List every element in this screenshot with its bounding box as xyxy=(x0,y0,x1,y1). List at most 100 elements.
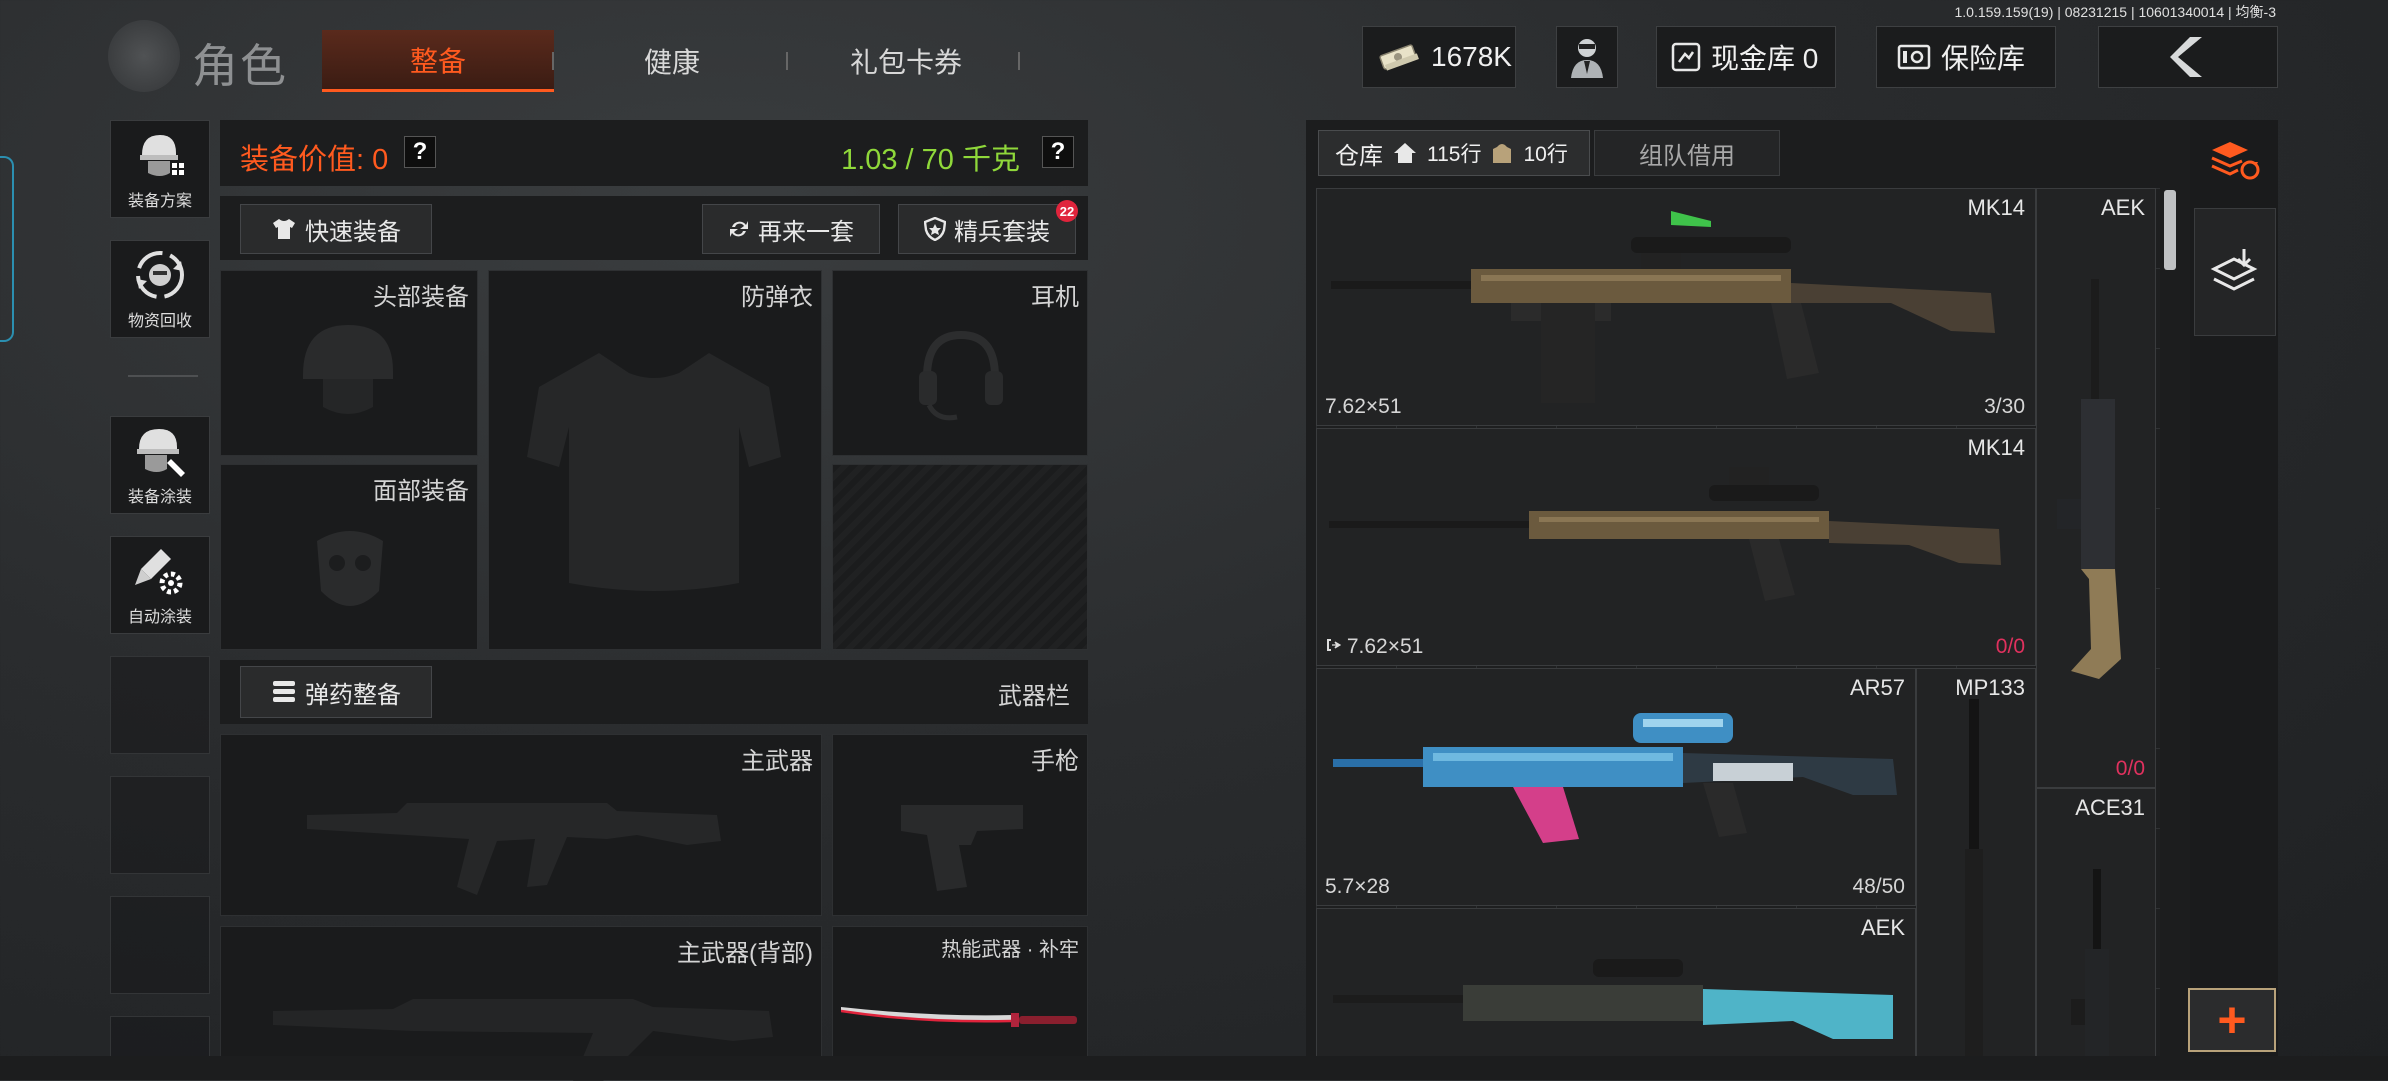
weapon-item-ar57[interactable]: AR57 5.7×28 48/50 xyxy=(1316,668,1916,906)
mk14-rifle-icon xyxy=(1329,467,2001,601)
slot-label: 主武器 xyxy=(741,748,813,775)
weapon-ammo: 48/50 xyxy=(1852,875,1905,898)
pistol-slot[interactable]: 手枪 xyxy=(832,734,1088,916)
weapon-item-ace31[interactable]: ACE31 xyxy=(2036,788,2156,1060)
ammo-supply-button[interactable]: 弹药整备 xyxy=(240,666,432,718)
sidebar-divider xyxy=(128,375,198,377)
head-gear-slot[interactable]: 头部装备 xyxy=(220,270,478,456)
slot-label: 面部装备 xyxy=(373,478,469,505)
cash-vault-button[interactable]: 现金库 0 xyxy=(1656,26,1836,88)
elite-kit-label: 精兵套装 xyxy=(954,218,1050,246)
weapon-name: ACE31 xyxy=(2075,795,2145,820)
ammo-weapon-bar: 弹药整备 武器栏 xyxy=(220,660,1088,724)
weapon-item-mk14[interactable]: MK14 7.62×51 0/0 xyxy=(1316,428,2036,666)
sort-button[interactable] xyxy=(2204,130,2266,192)
gear-paint-button[interactable]: 装备涂装 xyxy=(110,416,210,514)
tab-separator xyxy=(786,52,788,70)
currency-display[interactable]: 1678K xyxy=(1362,26,1516,88)
weapon-item-mp133[interactable]: MP133 xyxy=(1916,668,2036,1060)
warehouse-grid[interactable]: MK14 7.62×51 3/30 MK14 7.62×51 0/0 AR57 … xyxy=(1316,188,2160,1060)
equipment-value-bar: 装备价值: 0 ? 1.03 / 70 千克 ? xyxy=(220,120,1088,186)
refresh-icon xyxy=(730,221,748,237)
safe-vault-button[interactable]: 保险库 xyxy=(1876,26,2056,88)
cash-vault-label: 现金库 0 xyxy=(1711,43,1819,74)
ammo-stack-icon xyxy=(273,681,295,702)
slot-label: 防弹衣 xyxy=(741,284,813,311)
pistol-silhouette-icon xyxy=(901,805,1023,891)
locked-slot xyxy=(832,464,1088,650)
sidebar-label: 物资回收 xyxy=(127,313,192,330)
sidebar-empty-slot[interactable] xyxy=(110,776,210,874)
headset-slot[interactable]: 耳机 xyxy=(832,270,1088,456)
ammo-max: /0 xyxy=(2007,635,2025,658)
bottom-bar xyxy=(0,1056,2388,1080)
weapon-name: MP133 xyxy=(1955,675,2025,700)
weight-indicator: 1.03 / 70 千克 xyxy=(841,144,1020,176)
weapon-caliber: 5.7×28 xyxy=(1325,875,1390,898)
home-icon xyxy=(1394,143,1416,163)
elite-kit-button[interactable]: 精兵套装 xyxy=(898,204,1076,254)
recycle-face-icon xyxy=(136,251,184,299)
headset-silhouette-icon xyxy=(919,330,1003,421)
shield-icon xyxy=(924,217,946,241)
value-help-button[interactable]: ? xyxy=(404,136,436,168)
safe-icon xyxy=(1897,44,1931,70)
slot-label: 热能武器 · 补牢 xyxy=(941,939,1079,961)
loadout-plan-button[interactable]: 装备方案 xyxy=(110,120,210,218)
weapon-name: MK14 xyxy=(1967,435,2025,460)
weapon-ammo: 0/0 xyxy=(1996,635,2025,659)
weapon-name: AEK xyxy=(1860,915,1905,940)
warehouse-tab-label: 仓库 xyxy=(1335,142,1383,170)
vest-silhouette-icon xyxy=(527,353,781,591)
weapon-item-mk14[interactable]: MK14 7.62×51 3/30 xyxy=(1316,188,2036,426)
weapon-ammo: 0/0 xyxy=(2116,757,2145,781)
side-handle[interactable] xyxy=(0,156,14,342)
expand-warehouse-button[interactable]: + xyxy=(2188,988,2276,1052)
equip-again-button[interactable]: 再来一套 xyxy=(702,204,880,254)
back-arrow-icon xyxy=(2170,37,2202,77)
tab-health[interactable]: 健康 xyxy=(556,30,788,92)
mp133-shotgun-icon xyxy=(1965,699,1983,1060)
sidebar-empty-slot[interactable] xyxy=(110,896,210,994)
version-info: 1.0.159.159(19) | 08231215 | 10601340014… xyxy=(1954,4,2277,20)
page-title: 角色 xyxy=(192,40,288,92)
tab-warehouse[interactable]: 仓库 115行 10行 xyxy=(1318,130,1590,176)
safe-vault-label: 保险库 xyxy=(1941,43,2026,74)
weight-help-button[interactable]: ? xyxy=(1042,136,1074,168)
mk14-rifle-icon xyxy=(1331,211,1995,403)
sidebar-label: 装备方案 xyxy=(127,193,192,210)
quick-equip-button[interactable]: 快速装备 xyxy=(240,204,432,254)
merchant-button[interactable] xyxy=(1556,26,1618,88)
tab-gift-coupons[interactable]: 礼包卡券 xyxy=(790,30,1022,92)
supply-recycle-button[interactable]: 物资回收 xyxy=(110,240,210,338)
sidebar-empty-slot[interactable] xyxy=(110,656,210,754)
weapon-item-aek[interactable]: AEK xyxy=(1316,908,1916,1060)
auto-paint-button[interactable]: 自动涂装 xyxy=(110,536,210,634)
bag-icon xyxy=(1493,144,1512,163)
weapon-name: AR57 xyxy=(1849,675,1905,700)
tab-equip[interactable]: 整备 xyxy=(322,30,554,92)
face-gear-slot[interactable]: 面部装备 xyxy=(220,464,478,650)
cash-stack-icon xyxy=(1379,44,1419,71)
slot-label: 主武器(背部) xyxy=(677,940,813,967)
layers-refresh-icon xyxy=(2211,142,2260,180)
warehouse-scrollbar[interactable] xyxy=(2164,190,2176,270)
agent-avatar-icon xyxy=(1571,39,1603,78)
weapon-item-aek[interactable]: AEK 0/0 xyxy=(2036,188,2156,788)
body-armor-slot[interactable]: 防弹衣 xyxy=(488,270,822,650)
quick-equip-label: 快速装备 xyxy=(305,218,401,246)
equipped-arrow-icon xyxy=(1327,639,1342,651)
stash-import-button[interactable] xyxy=(2194,208,2276,336)
tab-team-borrow[interactable]: 组队借用 xyxy=(1594,130,1780,176)
weapon-bar-label: 武器栏 xyxy=(998,683,1070,710)
shirt-icon xyxy=(273,219,295,239)
back-button[interactable] xyxy=(2098,26,2278,88)
elite-badge: 22 xyxy=(1056,200,1078,222)
helmet-silhouette-icon xyxy=(303,325,393,414)
weapon-name: AEK xyxy=(2100,195,2145,220)
bag-rows-count: 10行 xyxy=(1523,143,1568,166)
home-rows-count: 115行 xyxy=(1427,143,1482,166)
aek-rifle-icon xyxy=(2057,279,2121,679)
primary-weapon-slot[interactable]: 主武器 xyxy=(220,734,822,916)
weapon-caliber: 7.62×51 xyxy=(1325,635,1423,659)
